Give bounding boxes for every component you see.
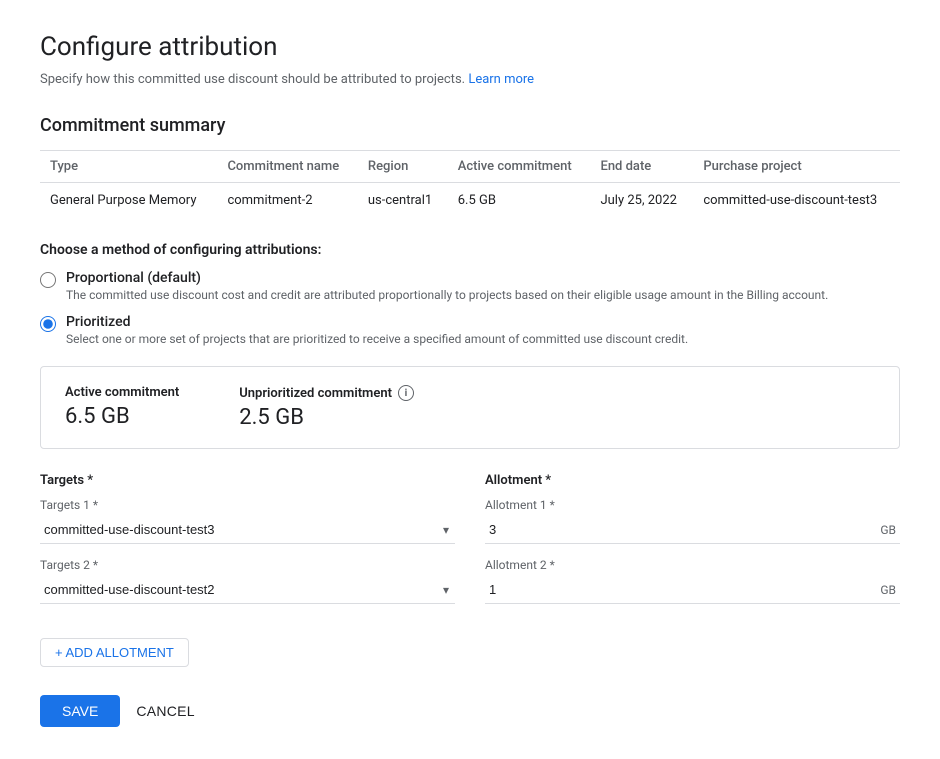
allotment-2-label: Allotment 2 *: [485, 558, 900, 572]
radio-prioritized-desc: Select one or more set of projects that …: [66, 332, 688, 346]
radio-prioritized[interactable]: [40, 316, 56, 332]
active-commitment-section: Active commitment 6.5 GB: [65, 385, 179, 430]
cell-end-date: July 25, 2022: [590, 183, 693, 219]
targets-col-header: Targets *: [40, 473, 455, 488]
targets-field-2: Targets 2 * committed-use-discount-test3…: [40, 558, 455, 604]
targets-field-1: Targets 1 * committed-use-discount-test3…: [40, 498, 455, 544]
cell-region: us-central1: [358, 183, 448, 219]
add-allotment-button[interactable]: + ADD ALLOTMENT: [40, 638, 189, 667]
targets-1-select-wrapper: committed-use-discount-test3 committed-u…: [40, 516, 455, 544]
allotment-1-unit: GB: [880, 523, 900, 537]
targets-2-select[interactable]: committed-use-discount-test3 committed-u…: [40, 576, 455, 604]
allotment-col-header: Allotment *: [485, 473, 900, 488]
unprioritized-value: 2.5 GB: [239, 405, 414, 430]
unprioritized-commitment-section: Unprioritized commitment i 2.5 GB: [239, 385, 414, 430]
allotment-field-2: Allotment 2 * GB: [485, 558, 900, 604]
allotment-2-input-wrapper: GB: [485, 576, 900, 604]
radio-option-proportional: Proportional (default) The committed use…: [40, 270, 900, 302]
cell-name: commitment-2: [217, 183, 357, 219]
save-button[interactable]: SAVE: [40, 695, 120, 727]
page-subtitle: Specify how this committed use discount …: [40, 72, 900, 87]
unprioritized-info-icon[interactable]: i: [398, 385, 414, 401]
table-row: General Purpose Memory commitment-2 us-c…: [40, 183, 900, 219]
targets-2-label: Targets 2 *: [40, 558, 455, 572]
page-title: Configure attribution: [40, 32, 900, 62]
active-commitment-label: Active commitment: [65, 385, 179, 400]
radio-proportional[interactable]: [40, 272, 56, 288]
col-region: Region: [358, 151, 448, 183]
allotment-1-input[interactable]: [485, 516, 880, 543]
commitment-box: Active commitment 6.5 GB Unprioritized c…: [40, 366, 900, 449]
col-purchase-project: Purchase project: [693, 151, 900, 183]
cell-type: General Purpose Memory: [40, 183, 217, 219]
targets-1-label: Targets 1 *: [40, 498, 455, 512]
cell-active-commitment: 6.5 GB: [448, 183, 591, 219]
radio-proportional-label: Proportional (default): [66, 270, 828, 286]
commitment-summary-table: Type Commitment name Region Active commi…: [40, 150, 900, 218]
radio-proportional-desc: The committed use discount cost and cred…: [66, 288, 828, 302]
targets-column: Targets * Targets 1 * committed-use-disc…: [40, 473, 455, 618]
cell-purchase-project: committed-use-discount-test3: [693, 183, 900, 219]
commitment-summary-heading: Commitment summary: [40, 115, 900, 136]
allotment-1-label: Allotment 1 *: [485, 498, 900, 512]
attribution-section-label: Choose a method of configuring attributi…: [40, 242, 900, 258]
col-active-commitment: Active commitment: [448, 151, 591, 183]
radio-option-prioritized: Prioritized Select one or more set of pr…: [40, 314, 900, 346]
col-type: Type: [40, 151, 217, 183]
unprioritized-label: Unprioritized commitment i: [239, 385, 414, 401]
learn-more-link[interactable]: Learn more: [468, 72, 534, 87]
action-buttons: SAVE CANCEL: [40, 695, 900, 727]
allotment-1-input-wrapper: GB: [485, 516, 900, 544]
cancel-button[interactable]: CANCEL: [136, 695, 194, 727]
targets-1-select[interactable]: committed-use-discount-test3 committed-u…: [40, 516, 455, 544]
col-end-date: End date: [590, 151, 693, 183]
col-name: Commitment name: [217, 151, 357, 183]
allotment-column: Allotment * Allotment 1 * GB Allotment 2…: [485, 473, 900, 618]
targets-allotment-section: Targets * Targets 1 * committed-use-disc…: [40, 473, 900, 618]
allotment-2-unit: GB: [880, 583, 900, 597]
allotment-2-input[interactable]: [485, 576, 880, 603]
targets-2-select-wrapper: committed-use-discount-test3 committed-u…: [40, 576, 455, 604]
allotment-field-1: Allotment 1 * GB: [485, 498, 900, 544]
radio-prioritized-label: Prioritized: [66, 314, 688, 330]
attribution-radio-group: Proportional (default) The committed use…: [40, 270, 900, 346]
active-commitment-value: 6.5 GB: [65, 404, 179, 429]
